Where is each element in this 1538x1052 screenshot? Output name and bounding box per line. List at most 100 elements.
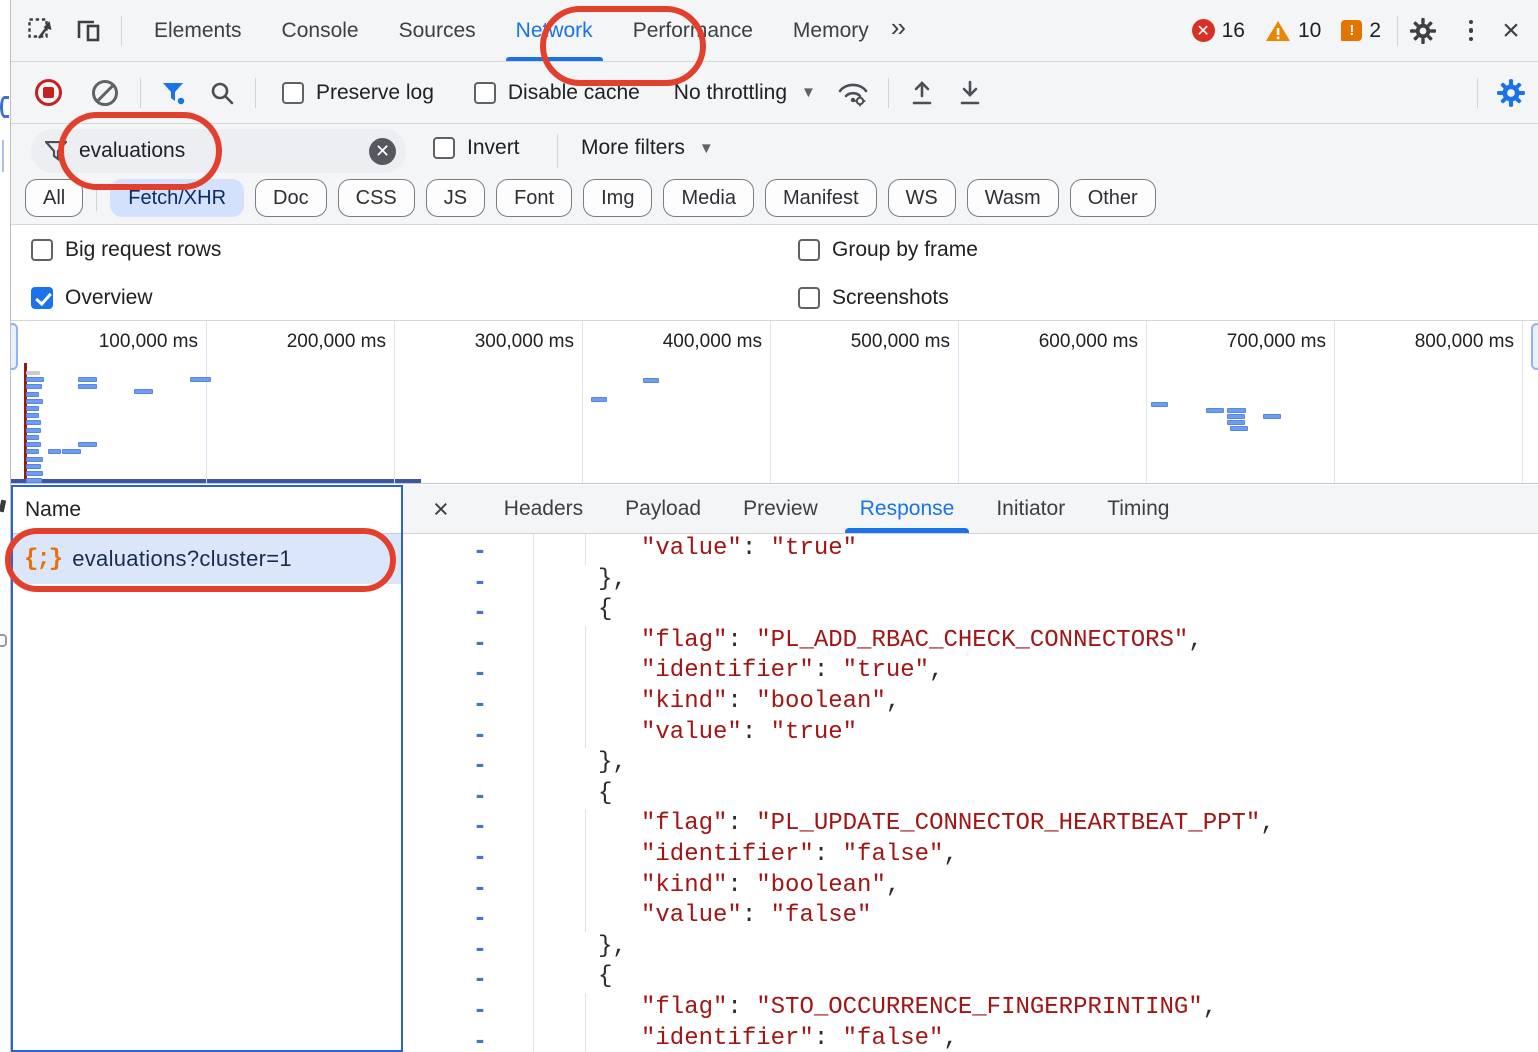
- request-timing-bar: [26, 377, 44, 382]
- indent-guide: [585, 993, 586, 1024]
- screenshots-label: Screenshots: [832, 286, 949, 310]
- fold-marker-icon[interactable]: -: [465, 656, 495, 687]
- code-text: "value": "true": [641, 534, 857, 565]
- device-toolbar-icon: [75, 17, 102, 44]
- overview-left-handle[interactable]: [11, 323, 18, 370]
- code-text: "identifier": "false",: [641, 840, 958, 871]
- export-har-button[interactable]: [955, 73, 985, 113]
- code-text: "flag": "STO_OCCURRENCE_FINGERPRINTING",: [641, 993, 1217, 1024]
- fold-marker-icon[interactable]: -: [465, 962, 495, 993]
- search-button[interactable]: [207, 73, 237, 113]
- issues-badge[interactable]: ! 2: [1341, 19, 1381, 43]
- big-request-rows-checkbox[interactable]: Big request rows: [31, 238, 221, 262]
- fold-marker-icon[interactable]: -: [465, 534, 495, 565]
- chip-other[interactable]: Other: [1070, 179, 1156, 217]
- preserve-log-checkbox[interactable]: Preserve log: [282, 81, 434, 105]
- fold-marker-icon[interactable]: -: [465, 718, 495, 749]
- request-timing-bar: [26, 464, 41, 469]
- fold-marker-icon[interactable]: -: [465, 932, 495, 963]
- details-tab-headers[interactable]: Headers: [483, 485, 604, 533]
- code-text: "identifier": "true",: [641, 656, 943, 687]
- request-list-header[interactable]: Name: [13, 487, 401, 534]
- overview-right-handle[interactable]: [1531, 323, 1538, 370]
- page-behind-artifact: [0, 634, 7, 647]
- tab-memory[interactable]: Memory: [773, 0, 889, 61]
- tab-console[interactable]: Console: [262, 0, 379, 61]
- record-network-log-button[interactable]: [35, 79, 62, 106]
- fold-marker-icon[interactable]: -: [465, 901, 495, 932]
- details-tabs: HeadersPayloadPreviewResponseInitiatorTi…: [483, 485, 1191, 533]
- chip-all[interactable]: All: [25, 179, 83, 217]
- issue-icon: !: [1341, 20, 1362, 41]
- chip-media[interactable]: Media: [663, 179, 753, 217]
- chip-ws[interactable]: WS: [888, 179, 956, 217]
- request-timing-bar: [1227, 408, 1246, 413]
- request-timing-bar: [26, 442, 41, 447]
- chip-font[interactable]: Font: [496, 179, 572, 217]
- fold-marker-icon[interactable]: -: [465, 779, 495, 810]
- details-tab-response[interactable]: Response: [839, 485, 976, 533]
- chip-doc[interactable]: Doc: [255, 179, 327, 217]
- fold-marker-icon[interactable]: -: [465, 1024, 495, 1052]
- chip-fetch-xhr[interactable]: Fetch/XHR: [110, 179, 244, 217]
- filter-input-value[interactable]: evaluations: [79, 139, 369, 163]
- details-tab-payload[interactable]: Payload: [604, 485, 722, 533]
- group-by-frame-checkbox[interactable]: Group by frame: [798, 238, 978, 262]
- settings-gear-button[interactable]: [1408, 11, 1438, 51]
- fold-marker-icon[interactable]: -: [465, 687, 495, 718]
- chip-css[interactable]: CSS: [338, 179, 415, 217]
- details-tab-preview[interactable]: Preview: [722, 485, 839, 533]
- errors-count: 16: [1222, 19, 1245, 43]
- close-devtools-button[interactable]: ×: [1496, 11, 1526, 51]
- response-code-viewer[interactable]: -"value": "true"-},-{-"flag": "PL_ADD_RB…: [403, 534, 1538, 1052]
- fold-marker-icon[interactable]: -: [465, 565, 495, 596]
- fold-marker-icon[interactable]: -: [465, 626, 495, 657]
- details-tab-initiator[interactable]: Initiator: [975, 485, 1086, 533]
- fold-marker-icon[interactable]: -: [465, 871, 495, 902]
- throttling-dropdown[interactable]: No throttling ▼: [674, 81, 816, 105]
- kebab-menu-button[interactable]: [1456, 11, 1486, 51]
- filter-input[interactable]: evaluations ✕: [31, 129, 406, 173]
- code-line: - "identifier": "true",: [403, 656, 1538, 687]
- details-tab-timing[interactable]: Timing: [1086, 485, 1190, 533]
- network-settings-button[interactable]: [1496, 73, 1526, 113]
- chip-js[interactable]: JS: [426, 179, 485, 217]
- request-timing-bar: [1206, 408, 1224, 413]
- chip-manifest[interactable]: Manifest: [765, 179, 877, 217]
- fold-marker-icon[interactable]: -: [465, 993, 495, 1024]
- warnings-badge[interactable]: 10: [1265, 19, 1321, 43]
- tab-sources[interactable]: Sources: [379, 0, 496, 61]
- request-row[interactable]: {;} evaluations?cluster=1: [13, 534, 401, 584]
- tab-performance[interactable]: Performance: [613, 0, 773, 61]
- filter-toggle-button[interactable]: [159, 73, 189, 113]
- fold-marker-icon[interactable]: -: [465, 809, 495, 840]
- errors-badge[interactable]: ✕ 16: [1192, 19, 1245, 43]
- fold-marker-icon[interactable]: -: [465, 595, 495, 626]
- invert-checkbox[interactable]: Invert: [433, 136, 520, 160]
- chip-wasm[interactable]: Wasm: [967, 179, 1059, 217]
- more-filters-dropdown[interactable]: More filters ▼: [581, 136, 714, 160]
- clear-filter-button[interactable]: ✕: [369, 138, 396, 165]
- code-text: "kind": "boolean",: [641, 871, 900, 902]
- inspect-element-button[interactable]: [25, 11, 55, 51]
- fold-marker-icon[interactable]: -: [465, 840, 495, 871]
- device-toolbar-button[interactable]: [73, 11, 103, 51]
- overview-checkbox[interactable]: Overview: [31, 286, 153, 310]
- fold-marker-icon[interactable]: -: [465, 748, 495, 779]
- tab-network[interactable]: Network: [496, 0, 613, 61]
- network-conditions-button[interactable]: [836, 73, 870, 113]
- request-timing-bar: [26, 428, 41, 433]
- disable-cache-checkbox[interactable]: Disable cache: [474, 81, 640, 105]
- clear-network-log-button[interactable]: [92, 80, 118, 106]
- import-har-button[interactable]: [907, 73, 937, 113]
- code-text: "value": "true": [641, 718, 857, 749]
- more-tabs-button[interactable]: ››: [889, 12, 914, 49]
- code-text: "flag": "PL_ADD_RBAC_CHECK_CONNECTORS",: [641, 626, 1203, 657]
- toolbar-divider: [1397, 16, 1398, 46]
- close-details-button[interactable]: ×: [425, 496, 457, 523]
- screenshots-checkbox[interactable]: Screenshots: [798, 286, 949, 310]
- chip-img[interactable]: Img: [583, 179, 652, 217]
- network-overview-timeline[interactable]: 100,000 ms200,000 ms300,000 ms400,000 ms…: [11, 321, 1538, 484]
- fetch-json-icon: {;}: [24, 546, 61, 573]
- tab-elements[interactable]: Elements: [134, 0, 262, 61]
